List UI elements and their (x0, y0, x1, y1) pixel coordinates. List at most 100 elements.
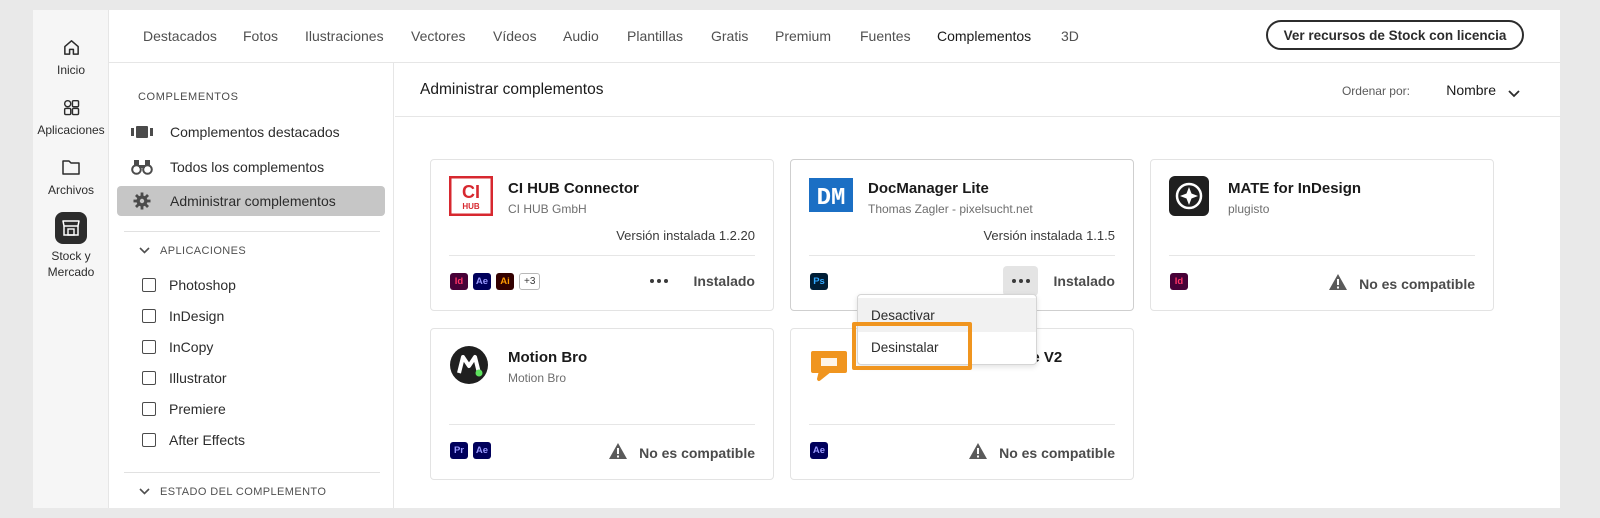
after-effects-icon: Ae (810, 442, 828, 459)
filter-photoshop[interactable]: Photoshop (142, 277, 236, 293)
side-panel: COMPLEMENTOS Complementos destacados Tod… (109, 63, 394, 508)
sort-dropdown[interactable]: Nombre (1446, 82, 1496, 98)
rail-item-stock[interactable]: Stock y Mercado (33, 212, 109, 280)
side-item-all[interactable]: Todos los complementos (117, 152, 385, 182)
tab-premium[interactable]: Premium (775, 28, 831, 44)
tab-complementos[interactable]: Complementos (937, 28, 1031, 44)
ellipsis-icon (1011, 279, 1030, 283)
tab-plantillas[interactable]: Plantillas (627, 28, 683, 44)
more-options-button[interactable] (1003, 266, 1038, 296)
page-title: Administrar complementos (420, 81, 604, 98)
folder-icon (60, 156, 82, 178)
plugin-card-mate[interactable]: MATE for InDesign plugisto Id No es comp… (1150, 159, 1494, 311)
side-divider (124, 472, 380, 473)
rail-item-files[interactable]: Archivos (33, 156, 109, 198)
card-divider (449, 424, 755, 425)
tab-fuentes[interactable]: Fuentes (860, 28, 911, 44)
more-apps-badge: +3 (519, 273, 541, 290)
after-effects-icon: Ae (473, 442, 491, 459)
illustrator-icon: Ai (496, 273, 514, 290)
plugin-status: Instalado (1053, 273, 1115, 289)
tab-vectores[interactable]: Vectores (411, 28, 465, 44)
plugin-card-ci-hub[interactable]: CI HUB CI HUB Connector CI HUB GmbH Versi… (430, 159, 774, 311)
checkbox[interactable] (142, 278, 156, 292)
filter-incopy[interactable]: InCopy (142, 339, 213, 355)
ci-hub-logo-icon: CI HUB (448, 175, 494, 217)
plugin-name: Motion Bro (508, 349, 588, 366)
side-heading: COMPLEMENTOS (138, 91, 239, 103)
rail-item-apps[interactable]: Aplicaciones (33, 96, 109, 138)
indesign-icon: Id (1170, 273, 1188, 290)
side-item-manage[interactable]: Administrar complementos (117, 186, 385, 216)
plugin-status-row: No es compatible (608, 442, 755, 463)
gear-icon (130, 192, 154, 210)
menu-item-uninstall[interactable]: Desinstalar (858, 330, 1036, 364)
filter-label: InCopy (169, 339, 214, 355)
checkbox[interactable] (142, 309, 156, 323)
tab-audio[interactable]: Audio (563, 28, 599, 44)
checkbox[interactable] (142, 433, 156, 447)
warning-icon (1328, 273, 1348, 294)
plugin-status: No es compatible (639, 444, 755, 461)
svg-text:DM: DM (817, 185, 846, 212)
compatible-apps: Id Ae Ai +3 (450, 273, 541, 290)
plugin-status: No es compatible (999, 444, 1115, 461)
plugin-author: Motion Bro (508, 371, 567, 385)
side-item-featured[interactable]: Complementos destacados (117, 117, 385, 147)
plugin-status-row: No es compatible (1328, 273, 1475, 294)
filter-label: InDesign (169, 308, 225, 324)
rail-item-home[interactable]: Inicio (33, 36, 109, 78)
binoculars-icon (130, 159, 154, 175)
tab-ilustraciones[interactable]: Ilustraciones (305, 28, 384, 44)
filter-label: Photoshop (169, 277, 236, 293)
side-item-label: Complementos destacados (170, 124, 340, 140)
filter-premiere[interactable]: Premiere (142, 401, 226, 417)
tab-destacados[interactable]: Destacados (143, 28, 217, 44)
apps-group-label: APLICACIONES (160, 245, 247, 257)
sort-label: Ordenar por: (1341, 84, 1410, 98)
speech-bubble-logo-icon (809, 345, 853, 385)
plugin-name: CI HUB Connector (508, 180, 639, 197)
plugin-card-motion-bro[interactable]: Motion Bro Motion Bro Pr Ae No es compat… (430, 328, 774, 480)
featured-icon (130, 125, 154, 139)
compatible-apps: Ae (810, 442, 828, 459)
card-divider (449, 255, 755, 256)
plugin-name: DocManager Lite (868, 180, 989, 197)
filter-after-effects[interactable]: After Effects (142, 432, 245, 448)
compatible-apps: Pr Ae (450, 442, 491, 459)
chevron-down-icon (139, 486, 150, 498)
side-item-label: Administrar complementos (170, 193, 336, 209)
top-navigation: Destacados Fotos Ilustraciones Vectores … (109, 10, 1560, 63)
card-divider (1169, 255, 1475, 256)
tab-fotos[interactable]: Fotos (243, 28, 278, 44)
filter-illustrator[interactable]: Illustrator (142, 370, 227, 386)
docmanager-logo-icon: DM (809, 176, 853, 216)
rail-label: Inicio (56, 63, 85, 77)
checkbox[interactable] (142, 371, 156, 385)
status-group-toggle[interactable]: ESTADO DEL COMPLEMENTO (139, 486, 326, 498)
side-divider (124, 231, 380, 232)
main-content: Administrar complementos Ordenar por: No… (395, 63, 1560, 508)
apps-icon (60, 96, 82, 118)
home-icon (60, 36, 82, 58)
checkbox[interactable] (142, 402, 156, 416)
checkbox[interactable] (142, 340, 156, 354)
menu-item-deactivate[interactable]: Desactivar (858, 298, 1036, 332)
compatible-apps: Ps (810, 273, 828, 290)
apps-group-toggle[interactable]: APLICACIONES (139, 245, 246, 257)
left-rail: Inicio Aplicaciones Archivos Stock y Mer… (33, 10, 109, 508)
filter-indesign[interactable]: InDesign (142, 308, 224, 324)
plugin-author: CI HUB GmbH (508, 202, 587, 216)
tab-videos[interactable]: Vídeos (493, 28, 537, 44)
plugin-card-docmanager[interactable]: DM DocManager Lite Thomas Zagler - pixel… (790, 159, 1134, 311)
chevron-down-icon[interactable] (1508, 85, 1520, 103)
plugin-author: Thomas Zagler - pixelsucht.net (868, 202, 1033, 216)
licensed-stock-button[interactable]: Ver recursos de Stock con licencia (1266, 20, 1524, 50)
tab-3d[interactable]: 3D (1061, 28, 1079, 44)
side-item-label: Todos los complementos (170, 159, 325, 175)
svg-text:CI: CI (462, 182, 480, 202)
tab-gratis[interactable]: Gratis (711, 28, 748, 44)
more-options-button[interactable] (641, 266, 676, 296)
status-group-label: ESTADO DEL COMPLEMENTO (160, 486, 327, 498)
chevron-down-icon (139, 245, 150, 257)
